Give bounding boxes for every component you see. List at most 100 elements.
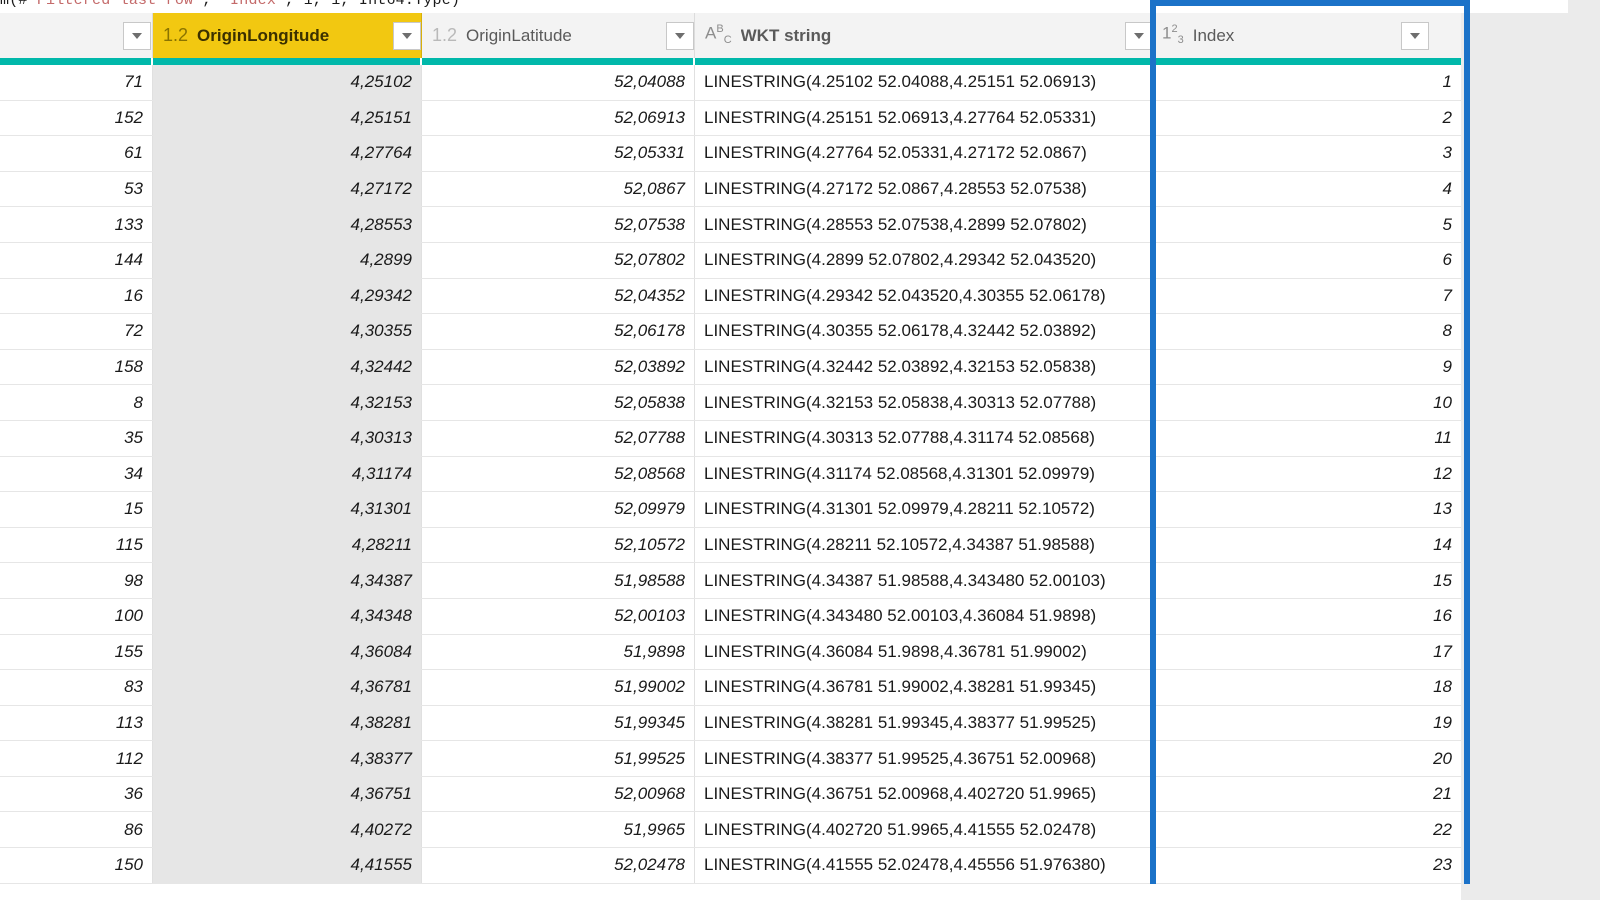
cell-row-id[interactable]: 158 (0, 349, 153, 385)
cell-originlongitude[interactable]: 4,34387 (153, 563, 422, 598)
cell-index[interactable]: 19 (1152, 706, 1461, 741)
cell-row-id[interactable]: 152 (0, 100, 153, 136)
cell-originlatitude[interactable]: 52,00968 (422, 776, 695, 812)
cell-wkt-string[interactable]: LINESTRING(4.402720 51.9965,4.41555 52.0… (695, 812, 1152, 848)
cell-originlongitude[interactable]: 4,29342 (153, 278, 422, 314)
cell-originlatitude[interactable]: 52,02478 (422, 848, 695, 883)
cell-originlatitude[interactable]: 52,08568 (422, 456, 695, 492)
cell-originlongitude[interactable]: 4,38377 (153, 741, 422, 776)
cell-wkt-string[interactable]: LINESTRING(4.31174 52.08568,4.31301 52.0… (695, 456, 1152, 492)
cell-originlatitude[interactable]: 51,99002 (422, 670, 695, 705)
cell-index[interactable]: 4 (1152, 172, 1461, 207)
cell-originlongitude[interactable]: 4,27172 (153, 171, 422, 207)
cell-index[interactable]: 10 (1152, 385, 1461, 420)
cell-index[interactable]: 5 (1152, 207, 1461, 242)
cell-index[interactable]: 17 (1152, 635, 1461, 670)
cell-originlongitude[interactable]: 4,32442 (153, 349, 422, 385)
cell-originlongitude[interactable]: 4,31301 (153, 492, 422, 527)
cell-wkt-string[interactable]: LINESTRING(4.32153 52.05838,4.30313 52.0… (695, 385, 1152, 420)
table-row[interactable]: 86 4,40272 51,9965 LINESTRING(4.402720 51.9… (0, 812, 1461, 849)
cell-originlongitude[interactable]: 4,38281 (153, 705, 422, 741)
cell-index[interactable]: 22 (1152, 812, 1461, 847)
cell-row-id[interactable]: 61 (0, 136, 153, 171)
cell-originlongitude[interactable]: 4,36781 (153, 670, 422, 705)
table-row[interactable]: 155 4,36084 51,9898 LINESTRING(4.36084 51.9… (0, 634, 1461, 671)
cell-originlatitude[interactable]: 52,07802 (422, 242, 695, 278)
cell-wkt-string[interactable]: LINESTRING(4.25151 52.06913,4.27764 52.0… (695, 100, 1152, 136)
table-row[interactable]: 112 4,38377 51,99525 LINESTRING(4.38377 51.… (0, 741, 1461, 777)
cell-originlatitude[interactable]: 51,9898 (422, 634, 695, 670)
cell-originlatitude[interactable]: 52,05838 (422, 385, 695, 420)
cell-row-id[interactable]: 150 (0, 848, 153, 883)
cell-originlatitude[interactable]: 52,03892 (422, 349, 695, 385)
cell-index[interactable]: 21 (1152, 777, 1461, 812)
filter-button-row-id[interactable] (123, 22, 151, 50)
filter-button-index[interactable] (1401, 22, 1429, 50)
cell-wkt-string[interactable]: LINESTRING(4.34387 51.98588,4.343480 52.… (695, 563, 1152, 598)
cell-originlatitude[interactable]: 51,99525 (422, 741, 695, 776)
table-row[interactable]: 83 4,36781 51,99002 LINESTRING(4.36781 51.9… (0, 670, 1461, 706)
cell-index[interactable]: 11 (1152, 421, 1461, 456)
cell-row-id[interactable]: 86 (0, 812, 153, 848)
cell-wkt-string[interactable]: LINESTRING(4.2899 52.07802,4.29342 52.04… (695, 242, 1152, 278)
cell-index[interactable]: 6 (1152, 243, 1461, 278)
cell-originlongitude[interactable]: 4,34348 (153, 598, 422, 634)
column-header-wkt-string[interactable]: ABC WKT string (695, 13, 1152, 58)
cell-wkt-string[interactable]: LINESTRING(4.36781 51.99002,4.38281 51.9… (695, 670, 1152, 705)
cell-originlatitude[interactable]: 52,0867 (422, 171, 695, 207)
cell-originlatitude[interactable]: 51,99345 (422, 705, 695, 741)
cell-wkt-string[interactable]: LINESTRING(4.28553 52.07538,4.2899 52.07… (695, 207, 1152, 242)
cell-row-id[interactable]: 144 (0, 242, 153, 278)
grid-body[interactable]: 71 4,25102 52,04088 LINESTRING(4.25102 52.0… (0, 65, 1461, 900)
cell-wkt-string[interactable]: LINESTRING(4.27764 52.05331,4.27172 52.0… (695, 136, 1152, 171)
column-header-originlongitude[interactable]: 1.2 OriginLongitude (153, 13, 422, 58)
table-row[interactable]: 150 4,41555 52,02478 LINESTRING(4.41555 52.… (0, 848, 1461, 884)
cell-row-id[interactable]: 16 (0, 278, 153, 314)
cell-originlongitude[interactable]: 4,25102 (153, 65, 422, 100)
cell-originlongitude[interactable]: 4,36084 (153, 634, 422, 670)
cell-row-id[interactable]: 113 (0, 705, 153, 741)
cell-row-id[interactable]: 15 (0, 492, 153, 527)
cell-index[interactable]: 14 (1152, 528, 1461, 563)
cell-row-id[interactable]: 71 (0, 65, 153, 100)
cell-wkt-string[interactable]: LINESTRING(4.31301 52.09979,4.28211 52.1… (695, 492, 1152, 527)
cell-originlatitude[interactable]: 52,05331 (422, 136, 695, 171)
table-row[interactable]: 35 4,30313 52,07788 LINESTRING(4.30313 52.0… (0, 420, 1461, 457)
cell-wkt-string[interactable]: LINESTRING(4.38377 51.99525,4.36751 52.0… (695, 741, 1152, 776)
cell-wkt-string[interactable]: LINESTRING(4.36751 52.00968,4.402720 51.… (695, 776, 1152, 812)
cell-index[interactable]: 12 (1152, 457, 1461, 492)
table-row[interactable]: 16 4,29342 52,04352 LINESTRING(4.29342 52.0… (0, 278, 1461, 315)
cell-wkt-string[interactable]: LINESTRING(4.343480 52.00103,4.36084 51.… (695, 598, 1152, 634)
filter-button-originlatitude[interactable] (666, 22, 694, 50)
cell-originlongitude[interactable]: 4,30313 (153, 420, 422, 456)
cell-row-id[interactable]: 8 (0, 385, 153, 420)
cell-wkt-string[interactable]: LINESTRING(4.29342 52.043520,4.30355 52.… (695, 278, 1152, 314)
table-row[interactable]: 98 4,34387 51,98588 LINESTRING(4.34387 51.9… (0, 563, 1461, 599)
cell-wkt-string[interactable]: LINESTRING(4.27172 52.0867,4.28553 52.07… (695, 171, 1152, 207)
cell-wkt-string[interactable]: LINESTRING(4.30355 52.06178,4.32442 52.0… (695, 314, 1152, 349)
table-row[interactable]: 36 4,36751 52,00968 LINESTRING(4.36751 52.0… (0, 776, 1461, 813)
table-row[interactable]: 72 4,30355 52,06178 LINESTRING(4.30355 52.0… (0, 314, 1461, 350)
cell-originlongitude[interactable]: 4,36751 (153, 776, 422, 812)
cell-originlongitude[interactable]: 4,28553 (153, 207, 422, 242)
cell-row-id[interactable]: 133 (0, 207, 153, 242)
cell-row-id[interactable]: 35 (0, 420, 153, 456)
table-row[interactable]: 34 4,31174 52,08568 LINESTRING(4.31174 52.0… (0, 456, 1461, 493)
cell-originlatitude[interactable]: 52,04088 (422, 65, 695, 100)
cell-index[interactable]: 16 (1152, 599, 1461, 634)
table-row[interactable]: 53 4,27172 52,0867 LINESTRING(4.27172 52.08… (0, 171, 1461, 208)
cell-index[interactable]: 23 (1152, 848, 1461, 883)
cell-wkt-string[interactable]: LINESTRING(4.41555 52.02478,4.45556 51.9… (695, 848, 1152, 883)
cell-originlatitude[interactable]: 52,07788 (422, 420, 695, 456)
cell-originlatitude[interactable]: 52,10572 (422, 527, 695, 563)
cell-row-id[interactable]: 115 (0, 527, 153, 563)
cell-originlongitude[interactable]: 4,25151 (153, 100, 422, 136)
table-row[interactable]: 115 4,28211 52,10572 LINESTRING(4.28211 52.… (0, 527, 1461, 564)
cell-wkt-string[interactable]: LINESTRING(4.28211 52.10572,4.34387 51.9… (695, 527, 1152, 563)
cell-originlatitude[interactable]: 51,9965 (422, 812, 695, 848)
table-row[interactable]: 158 4,32442 52,03892 LINESTRING(4.32442 52.… (0, 349, 1461, 386)
cell-wkt-string[interactable]: LINESTRING(4.32442 52.03892,4.32153 52.0… (695, 349, 1152, 385)
cell-originlongitude[interactable]: 4,41555 (153, 848, 422, 883)
cell-originlatitude[interactable]: 52,00103 (422, 598, 695, 634)
table-row[interactable]: 71 4,25102 52,04088 LINESTRING(4.25102 52.0… (0, 65, 1461, 101)
